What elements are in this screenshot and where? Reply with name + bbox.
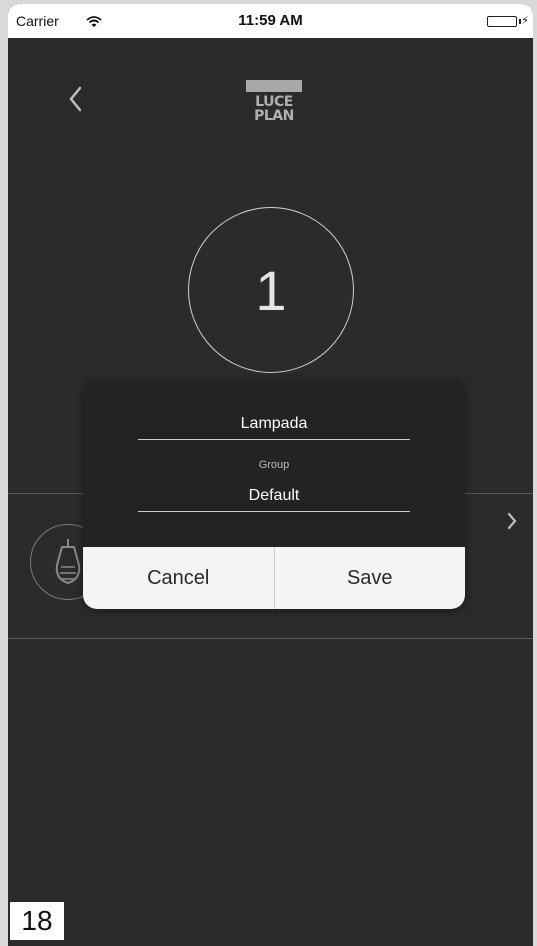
status-bar: Carrier 11:59 AM ⚡ [8, 4, 533, 38]
status-time: 11:59 AM [238, 12, 303, 29]
battery-icon [487, 16, 517, 27]
cancel-button[interactable]: Cancel [83, 547, 274, 609]
luceplan-logo: LUCE PLAN [246, 80, 302, 136]
logo-line-1: LUCE [255, 94, 293, 110]
light-number: 1 [255, 258, 287, 322]
chevron-right-icon[interactable] [504, 509, 520, 533]
app-screen: Carrier 11:59 AM ⚡ LUCE PLAN 1 Lampada G… [8, 4, 533, 946]
group-label: Group [258, 459, 290, 471]
logo-bar [246, 80, 302, 92]
light-number-circle: 1 [188, 207, 354, 373]
step-number-badge: 18 [10, 902, 64, 940]
row-divider-bottom [8, 638, 533, 639]
group-field[interactable] [138, 487, 410, 512]
light-name-field[interactable] [138, 415, 410, 440]
charging-icon: ⚡ [521, 15, 529, 27]
chevron-left-icon[interactable] [64, 82, 88, 116]
logo-line-2: PLAN [254, 108, 294, 124]
save-button[interactable]: Save [275, 547, 466, 609]
dialog-button-bar: Cancel Save [83, 547, 465, 609]
edit-light-dialog: Group Cancel Save [83, 379, 465, 609]
